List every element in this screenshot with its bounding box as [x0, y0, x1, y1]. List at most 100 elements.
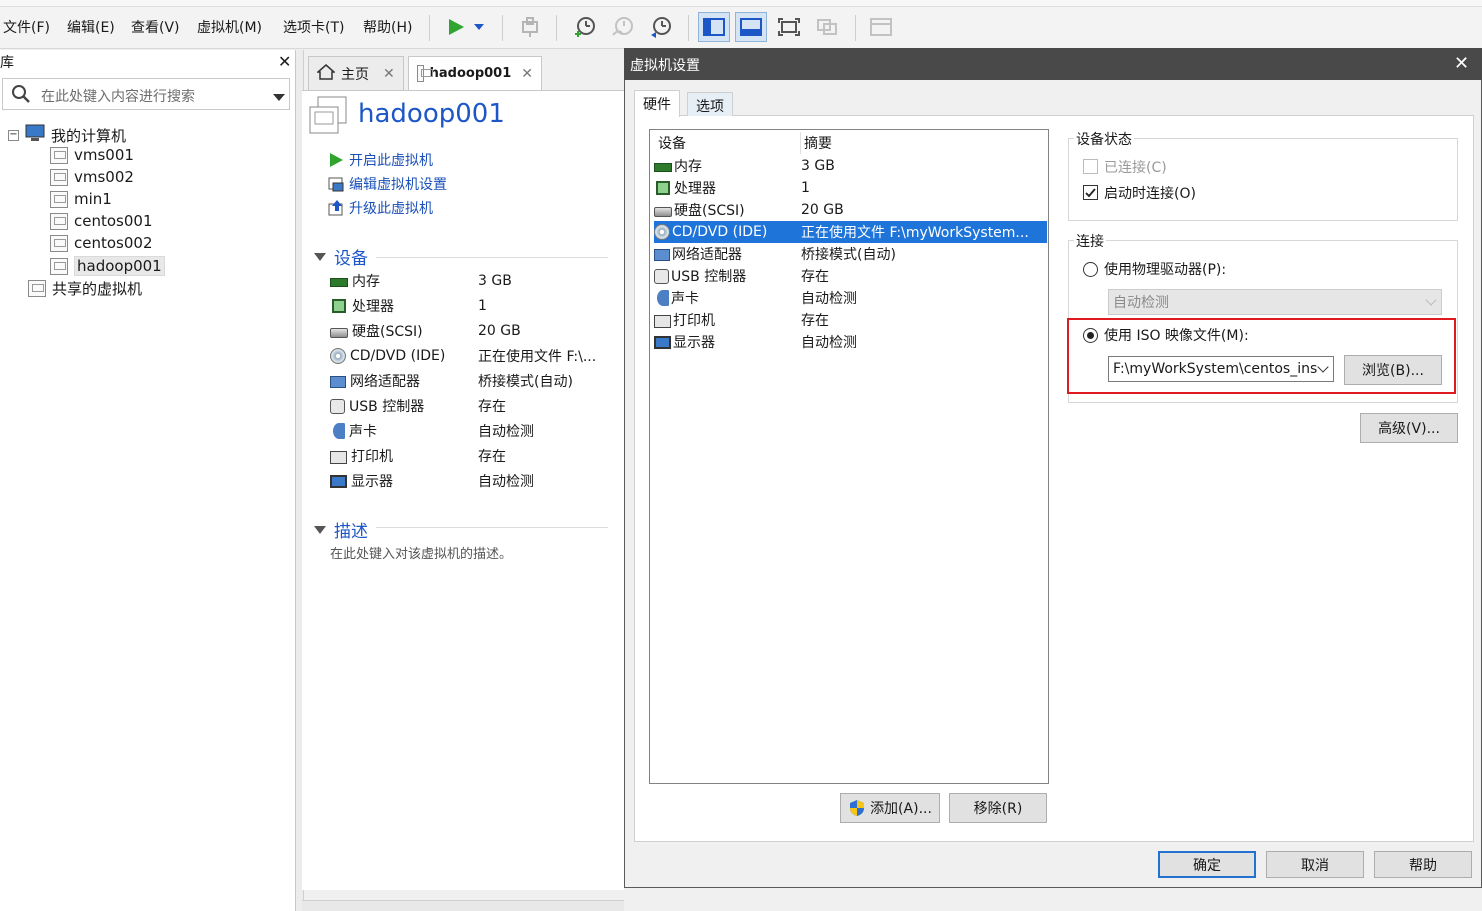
device-list-row[interactable]: 处理器 1	[654, 177, 1047, 199]
device-name: USB 控制器	[349, 399, 425, 415]
menu-tabs[interactable]: 选项卡(T)	[283, 17, 344, 37]
sound-icon	[333, 423, 345, 439]
device-list-row[interactable]: 声卡 自动检测	[654, 287, 1047, 309]
network-icon	[654, 249, 670, 261]
connect-at-power-on-label: 启动时连接(O)	[1104, 186, 1196, 202]
vm-device-row[interactable]: 打印机 存在	[330, 446, 610, 466]
devices-section-header[interactable]: 设备	[314, 244, 368, 269]
device-summary: 存在	[801, 313, 829, 329]
upgrade-vm-link[interactable]: 升级此虚拟机	[327, 198, 433, 218]
chevron-down-icon[interactable]	[273, 90, 285, 106]
physical-drive-select[interactable]: 自动检测	[1108, 289, 1442, 315]
vm-device-row[interactable]: 处理器 1	[330, 296, 610, 316]
tree-vm-item[interactable]: centos001	[50, 212, 153, 230]
device-list-row-selected[interactable]: CD/DVD (IDE) 正在使用文件 F:\myWorkSystem...	[654, 221, 1047, 243]
connected-checkbox[interactable]	[1083, 159, 1098, 174]
physical-drive-radio[interactable]	[1083, 262, 1098, 277]
unity-icon[interactable]	[811, 12, 843, 42]
device-list-row[interactable]: 网络适配器 桥接模式(自动)	[654, 243, 1047, 265]
advanced-button[interactable]: 高级(V)...	[1360, 413, 1458, 443]
send-keys-icon[interactable]	[514, 12, 546, 42]
tree-vm-label: vms001	[74, 146, 134, 164]
snapshot-take-icon[interactable]	[568, 12, 600, 42]
tab-options[interactable]: 选项	[687, 92, 733, 116]
cancel-button[interactable]: 取消	[1266, 851, 1364, 878]
search-input[interactable]: 在此处键入内容进行搜索	[41, 86, 195, 106]
tree-vm-item[interactable]: vms001	[50, 146, 134, 164]
device-name: USB 控制器	[671, 269, 747, 285]
vm-device-row[interactable]: 声卡 自动检测	[330, 421, 610, 441]
connect-at-power-on-checkbox[interactable]	[1083, 185, 1098, 200]
vm-device-row[interactable]: 网络适配器 桥接模式(自动)	[330, 371, 610, 391]
menubar: 文件(F) 编辑(E) 查看(V) 虚拟机(M) 选项卡(T) 帮助(H)	[0, 7, 1482, 49]
device-summary: 3 GB	[801, 158, 835, 174]
page-title: hadoop001	[358, 99, 505, 129]
vm-device-row[interactable]: CD/DVD (IDE) 正在使用文件 F:\...	[330, 346, 610, 366]
tab-home-label: 主页	[341, 66, 369, 83]
connected-label: 已连接(C)	[1104, 160, 1167, 176]
tab-hardware[interactable]: 硬件	[634, 90, 680, 117]
status-strip	[302, 900, 624, 911]
description-text[interactable]: 在此处键入对该虚拟机的描述。	[330, 543, 512, 562]
close-icon[interactable]: ✕	[383, 66, 395, 82]
device-summary: 正在使用文件 F:\myWorkSystem...	[801, 225, 1029, 241]
close-icon[interactable]: ✕	[1454, 53, 1469, 74]
column-header-device[interactable]: 设备	[654, 132, 801, 154]
console-view-icon[interactable]	[865, 12, 897, 42]
help-button[interactable]: 帮助	[1374, 851, 1472, 878]
menu-file[interactable]: 文件(F)	[3, 17, 50, 37]
vm-device-row[interactable]: 显示器 自动检测	[330, 471, 610, 491]
description-section-header[interactable]: 描述	[314, 517, 368, 542]
device-list-row[interactable]: 打印机 存在	[654, 309, 1047, 331]
device-list-row[interactable]: 内存 3 GB	[654, 155, 1047, 177]
tab-vm[interactable]: hadoop001 ✕	[408, 56, 542, 90]
tree-root[interactable]: − 我的计算机	[8, 124, 126, 146]
tab-home[interactable]: 主页 ✕	[308, 56, 404, 90]
ok-button[interactable]: 确定	[1158, 851, 1256, 878]
device-list-row[interactable]: 硬盘(SCSI) 20 GB	[654, 199, 1047, 221]
vm-device-row[interactable]: 内存 3 GB	[330, 271, 610, 291]
memory-icon	[330, 278, 348, 287]
menu-edit[interactable]: 编辑(E)	[67, 17, 115, 37]
usb-icon	[330, 398, 345, 414]
physical-drive-value: 自动检测	[1113, 295, 1169, 311]
close-icon[interactable]: ✕	[521, 66, 533, 82]
vm-icon	[417, 65, 433, 82]
device-value: 20 GB	[478, 323, 521, 339]
snapshot-manager-icon[interactable]	[644, 12, 676, 42]
tree-shared-vms[interactable]: 共享的虚拟机	[28, 278, 142, 299]
thumbnail-bar-icon[interactable]	[735, 12, 767, 42]
add-device-button[interactable]: 添加(A)...	[840, 793, 940, 823]
ok-label: 确定	[1193, 857, 1221, 874]
menu-help[interactable]: 帮助(H)	[363, 17, 412, 37]
library-view-icon[interactable]	[698, 12, 730, 42]
menu-vm[interactable]: 虚拟机(M)	[197, 17, 262, 37]
device-summary: 自动检测	[801, 335, 857, 351]
device-name: 硬盘(SCSI)	[674, 203, 745, 219]
edit-settings-link[interactable]: 编辑虚拟机设置	[327, 174, 447, 194]
remove-device-button[interactable]: 移除(R)	[949, 793, 1047, 823]
tree-vm-item[interactable]: centos002	[50, 234, 153, 252]
device-value: 桥接模式(自动)	[478, 374, 573, 390]
library-search[interactable]: 在此处键入内容进行搜索	[2, 78, 290, 110]
fullscreen-icon[interactable]	[773, 12, 805, 42]
device-list-row[interactable]: USB 控制器 存在	[654, 265, 1047, 287]
power-on-link[interactable]: 开启此虚拟机	[327, 150, 433, 170]
column-header-summary[interactable]: 摘要	[801, 133, 1047, 153]
vm-icon	[50, 212, 68, 230]
vm-device-row[interactable]: 硬盘(SCSI) 20 GB	[330, 321, 610, 341]
collapse-icon[interactable]: −	[8, 129, 19, 141]
tree-vm-item-selected[interactable]: hadoop001	[50, 256, 165, 276]
device-list-row[interactable]: 显示器 自动检测	[654, 331, 1047, 353]
tree-vm-item[interactable]: vms002	[50, 168, 134, 186]
device-name: 内存	[352, 274, 380, 290]
close-icon[interactable]: ✕	[278, 52, 291, 71]
menu-view[interactable]: 查看(V)	[131, 17, 180, 37]
dropdown-icon[interactable]	[468, 12, 490, 42]
tree-vm-item[interactable]: min1	[50, 190, 112, 208]
vm-device-row[interactable]: USB 控制器 存在	[330, 396, 610, 416]
device-value: 3 GB	[478, 273, 512, 289]
toolbar-separator	[855, 15, 856, 41]
snapshot-revert-icon[interactable]	[606, 12, 638, 42]
tab-vm-label: hadoop001	[429, 66, 512, 81]
